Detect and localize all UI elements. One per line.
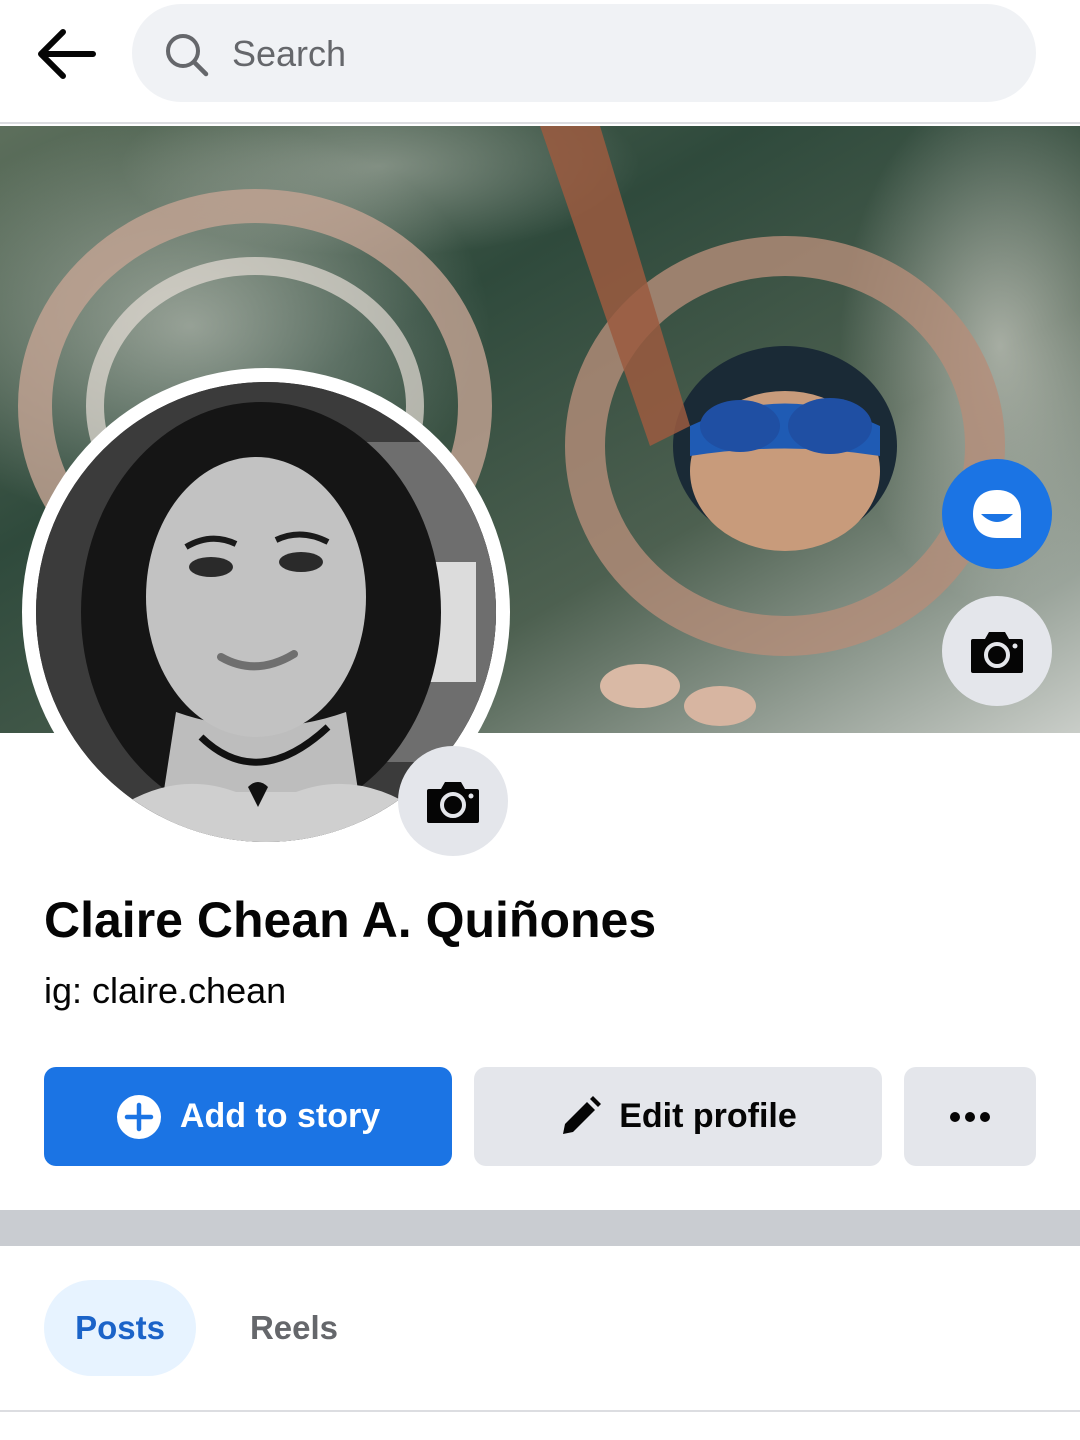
- search-bar[interactable]: Search: [132, 4, 1036, 102]
- profile-bio: ig: claire.chean: [44, 970, 287, 1011]
- pencil-icon: [559, 1095, 602, 1138]
- tab-posts[interactable]: Posts: [44, 1280, 196, 1376]
- plus-circle-icon: [116, 1094, 162, 1140]
- tab-reels[interactable]: Reels: [218, 1280, 370, 1376]
- more-options-button[interactable]: [904, 1067, 1036, 1166]
- camera-icon: [427, 782, 479, 823]
- profile-name: Claire Chean A. Quiñones: [44, 892, 657, 948]
- section-divider: [0, 1210, 1080, 1246]
- avatar-icon: [973, 490, 1021, 538]
- top-bar: Search: [0, 0, 1080, 124]
- search-placeholder: Search: [232, 33, 347, 74]
- edit-profile-button[interactable]: Edit profile: [474, 1067, 882, 1166]
- edit-profile-label: Edit profile: [619, 1097, 797, 1135]
- search-icon: [166, 34, 209, 77]
- tabs-divider: [0, 1410, 1080, 1412]
- add-to-story-label: Add to story: [179, 1097, 381, 1135]
- avatar-button[interactable]: [942, 459, 1052, 569]
- arrow-left-icon: [38, 29, 96, 79]
- edit-cover-photo-button[interactable]: [942, 596, 1052, 706]
- add-to-story-button[interactable]: Add to story: [44, 1067, 452, 1166]
- more-icon: [950, 1111, 990, 1122]
- back-button[interactable]: [28, 20, 104, 88]
- edit-profile-picture-button[interactable]: [398, 746, 508, 856]
- camera-icon: [971, 632, 1023, 673]
